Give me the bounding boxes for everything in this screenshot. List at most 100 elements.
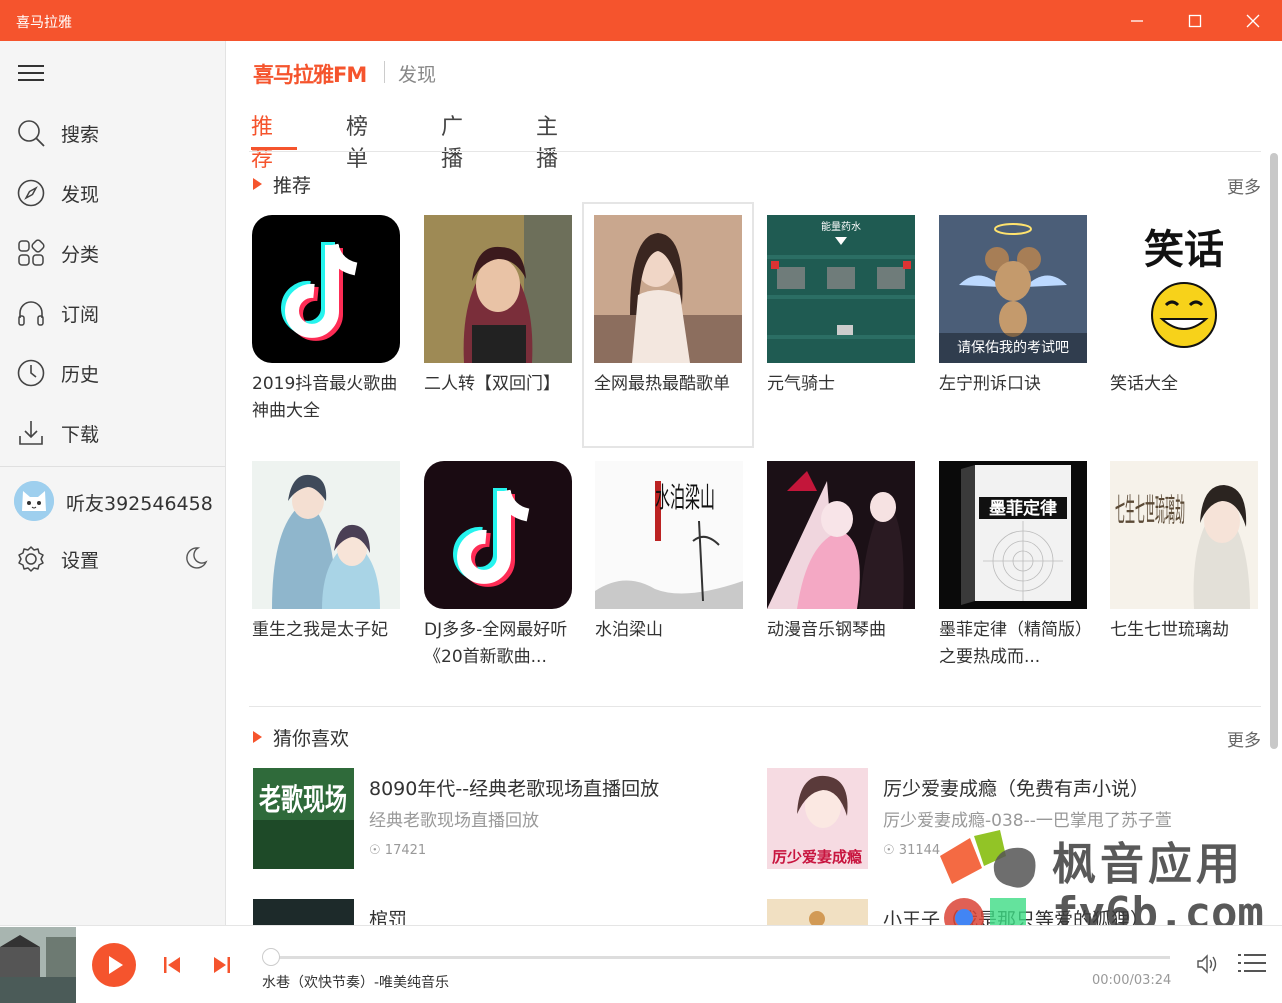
previous-track-icon[interactable]: [162, 955, 182, 975]
guess-section-header: 猜你喜欢 更多: [251, 722, 1261, 752]
avatar: [14, 481, 54, 521]
album-cover: [252, 461, 400, 609]
sidebar-item-search[interactable]: 搜索: [0, 107, 225, 157]
ancient-beauty-icon: 七生七世琉璃劫: [1110, 461, 1258, 609]
playback-time: 00:00/03:24: [1092, 973, 1172, 988]
cover-text: 能量药水: [821, 220, 861, 233]
album-card[interactable]: 全网最热最酷歌单: [582, 202, 754, 448]
window-title: 喜马拉雅: [16, 15, 72, 31]
portrait-photo-icon: [424, 215, 572, 363]
album-cover: 老歌现场: [253, 768, 354, 869]
next-track-icon[interactable]: [212, 955, 232, 975]
triangle-icon: [253, 731, 262, 743]
close-button[interactable]: [1224, 0, 1282, 41]
play-count: ☉ 31144: [883, 843, 941, 858]
album-card[interactable]: 能量药水 元气骑士: [756, 203, 928, 449]
album-card[interactable]: 墨菲定律 墨菲定律（精简版）之要热成而...: [928, 449, 1100, 695]
progress-track[interactable]: [270, 956, 1170, 959]
album-card[interactable]: 动漫音乐钢琴曲: [756, 449, 928, 695]
game-screenshot-icon: 能量药水: [767, 215, 915, 363]
cover-text: 笑话: [1144, 227, 1224, 273]
tab-radio[interactable]: 广播: [441, 109, 463, 172]
sidebar-item-subscribe[interactable]: 订阅: [0, 287, 225, 337]
album-cover: 七生七世琉璃劫: [1110, 461, 1258, 609]
album-title: 二人转【双回门】: [424, 374, 560, 394]
list-item[interactable]: 棺罚: [253, 899, 723, 925]
album-cover: [767, 899, 868, 925]
album-cover: 墨菲定律: [939, 461, 1087, 609]
maximize-icon: [1188, 14, 1202, 27]
album-title: DJ多多-全网最好听《20首新歌曲...: [424, 620, 568, 667]
more-link[interactable]: 更多: [1227, 173, 1261, 198]
minimize-icon: [1131, 19, 1143, 22]
album-card[interactable]: 重生之我是太子妃: [241, 449, 413, 695]
minimize-button[interactable]: [1108, 0, 1166, 41]
play-button[interactable]: [92, 943, 136, 987]
play-count-icon: ☉: [369, 843, 385, 858]
smiley-face-icon: 笑话: [1110, 215, 1258, 363]
scrollbar[interactable]: [1270, 153, 1278, 749]
album-card[interactable]: DJ多多-全网最好听《20首新歌曲...: [413, 449, 585, 695]
tiktok-logo-icon: [252, 215, 400, 363]
play-count-icon: ☉: [883, 843, 899, 858]
now-playing-title: 水巷（欢快节奏）-唯美纯音乐: [262, 975, 450, 991]
album-card[interactable]: 二人转【双回门】: [413, 203, 585, 449]
album-cover: 请保佑我的考试吧: [939, 215, 1087, 363]
play-count: ☉ 17421: [369, 843, 427, 858]
album-card[interactable]: 2019抖音最火歌曲神曲大全: [241, 203, 413, 449]
gear-icon: [18, 546, 44, 572]
album-card[interactable]: 笑话 笑话大全: [1099, 203, 1271, 449]
player-bar: 水巷（欢快节奏）-唯美纯音乐 00:00/03:24: [0, 925, 1282, 1003]
active-tab-indicator: [251, 147, 297, 150]
progress-handle[interactable]: [262, 948, 280, 966]
brand-logo: 喜马拉雅FM: [253, 63, 367, 87]
tiktok-logo-icon: [424, 461, 572, 609]
cover-text: 厉少爱妻成瘾: [772, 848, 862, 866]
cover-text: 七生七世琉璃劫: [1115, 491, 1185, 529]
list-item[interactable]: 老歌现场 8090年代--经典老歌现场直播回放 经典老歌现场直播回放 ☉ 174…: [253, 768, 723, 870]
album-card[interactable]: 七生七世琉璃劫 七生七世琉璃劫: [1099, 449, 1271, 695]
album-art-icon: [253, 899, 354, 925]
user-profile[interactable]: 听友392546458: [12, 479, 222, 523]
sidebar-item-label: 订阅: [61, 304, 100, 326]
headphones-icon: [18, 301, 44, 326]
album-cover: 水泊梁山: [595, 461, 743, 609]
settings-label: 设置: [61, 550, 100, 572]
sidebar-item-discover[interactable]: 发现: [0, 167, 225, 217]
list-item[interactable]: 厉少爱妻成瘾 厉少爱妻成瘾（免费有声小说） 厉少爱妻成瘾-038--一巴掌甩了苏…: [767, 768, 1237, 870]
album-title: 七生七世琉璃劫: [1110, 620, 1229, 640]
sidebar-item-label: 下载: [61, 424, 100, 446]
tab-charts[interactable]: 榜单: [346, 109, 368, 172]
hamburger-menu-button[interactable]: [18, 65, 44, 83]
triangle-icon: [253, 178, 262, 190]
download-icon: [19, 421, 43, 445]
cover-text: 水泊梁山: [655, 481, 715, 514]
album-card[interactable]: 水泊梁山 水泊梁山: [584, 449, 756, 695]
sidebar-item-download[interactable]: 下载: [0, 407, 225, 457]
now-playing-cover[interactable]: [0, 927, 76, 1003]
album-art-icon: [0, 927, 76, 1003]
play-icon: [109, 956, 123, 974]
maximize-button[interactable]: [1166, 0, 1224, 41]
tab-anchors[interactable]: 主播: [536, 109, 558, 172]
volume-icon[interactable]: [1196, 953, 1220, 975]
more-link[interactable]: 更多: [1227, 726, 1261, 751]
album-title: 全网最热最酷歌单: [594, 374, 730, 394]
album-card[interactable]: 请保佑我的考试吧 左宁刑诉口诀: [928, 203, 1100, 449]
item-title: 8090年代--经典老歌现场直播回放: [369, 778, 660, 800]
sidebar-item-label: 搜索: [61, 124, 100, 146]
sidebar-item-history[interactable]: 历史: [0, 347, 225, 397]
book-cover-icon: 墨菲定律: [939, 461, 1087, 609]
sidebar-item-label: 历史: [61, 364, 100, 386]
album-art-icon: 厉少爱妻成瘾: [767, 768, 868, 869]
list-item[interactable]: 小王子（我是那只等爱的狐狸）: [767, 899, 1237, 925]
title-bar: 喜马拉雅: [0, 0, 1282, 41]
sidebar-item-settings[interactable]: 设置: [0, 533, 225, 583]
album-title: 墨菲定律（精简版）之要热成而...: [939, 620, 1084, 667]
sidebar-item-category[interactable]: 分类: [0, 227, 225, 277]
clock-icon: [17, 359, 45, 387]
ink-painting-icon: 水泊梁山: [595, 461, 743, 609]
playlist-icon[interactable]: [1238, 951, 1266, 975]
moon-icon[interactable]: [184, 546, 208, 570]
tab-recommend[interactable]: 推荐: [251, 109, 273, 172]
